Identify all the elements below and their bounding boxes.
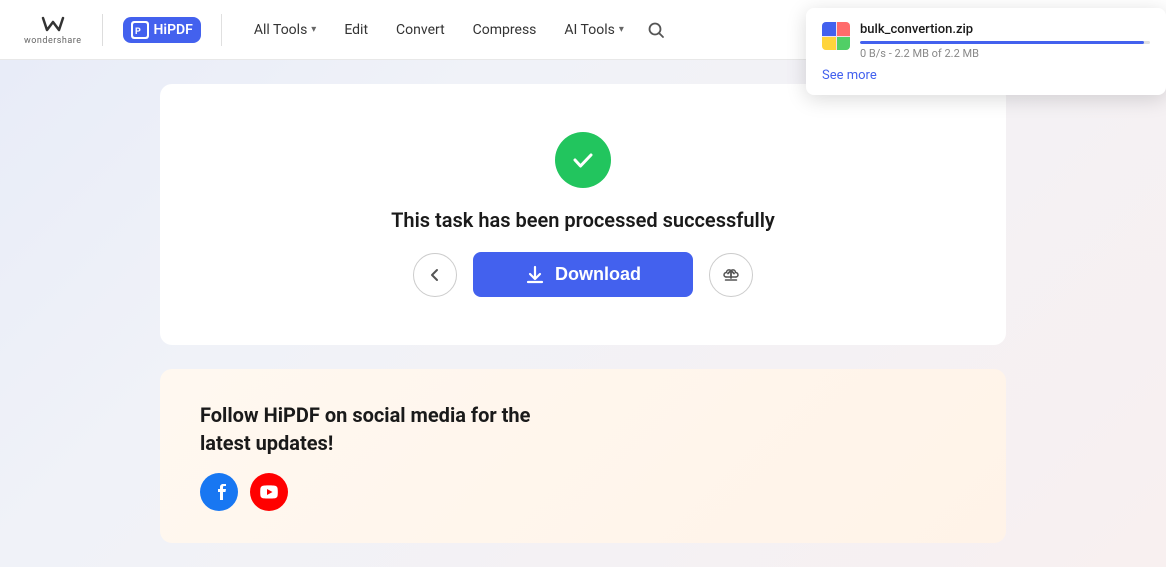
- progress-bar: [860, 41, 1144, 44]
- popup-filename: bulk_convertion.zip: [860, 22, 1150, 37]
- nav-ai-tools[interactable]: AI Tools ▾: [552, 16, 635, 44]
- main-content: This task has been processed successfull…: [0, 60, 1166, 567]
- back-button[interactable]: [413, 253, 457, 297]
- upload-button[interactable]: [709, 253, 753, 297]
- download-popup: bulk_convertion.zip 0 B/s - 2.2 MB of 2.…: [806, 8, 1166, 95]
- social-title: Follow HiPDF on social media for the lat…: [200, 401, 540, 457]
- search-button[interactable]: [640, 14, 672, 46]
- wondershare-text: wondershare: [24, 36, 82, 46]
- progress-bar-wrap: [860, 41, 1150, 44]
- wondershare-icon: [39, 14, 67, 34]
- youtube-icon: [258, 481, 280, 503]
- file-icon: [822, 22, 850, 50]
- success-icon: [555, 132, 611, 188]
- download-button[interactable]: Download: [473, 252, 693, 297]
- success-title: This task has been processed successfull…: [391, 208, 775, 232]
- header: wondershare P HiPDF All Tools ▾ Edit Con…: [0, 0, 1166, 60]
- popup-size-text: 0 B/s - 2.2 MB of 2.2 MB: [860, 47, 1150, 60]
- hipdf-label: HiPDF: [154, 22, 193, 38]
- svg-text:P: P: [135, 27, 141, 37]
- chevron-down-icon: ▾: [311, 24, 316, 35]
- back-icon: [428, 268, 442, 282]
- action-row: Download: [413, 252, 753, 297]
- popup-info: bulk_convertion.zip 0 B/s - 2.2 MB of 2.…: [860, 22, 1150, 60]
- nav-compress[interactable]: Compress: [461, 16, 549, 44]
- popup-download-item: bulk_convertion.zip 0 B/s - 2.2 MB of 2.…: [822, 22, 1150, 60]
- nav-all-tools[interactable]: All Tools ▾: [242, 16, 328, 44]
- see-more-link[interactable]: See more: [822, 68, 1150, 83]
- nav-convert[interactable]: Convert: [384, 16, 457, 44]
- hipdf-badge-icon: P: [131, 21, 149, 39]
- search-icon: [647, 21, 665, 39]
- chevron-down-icon-2: ▾: [619, 24, 624, 35]
- social-card: Follow HiPDF on social media for the lat…: [160, 369, 1006, 543]
- facebook-icon: [208, 481, 230, 503]
- hipdf-badge[interactable]: P HiPDF: [123, 17, 201, 43]
- hipdf-icon: P: [133, 23, 147, 37]
- logo-area: wondershare P HiPDF: [24, 14, 222, 46]
- checkmark-icon: [569, 146, 597, 174]
- nav-edit[interactable]: Edit: [332, 16, 380, 44]
- download-icon: [525, 265, 545, 285]
- social-icons: [200, 473, 966, 511]
- divider: [102, 14, 103, 46]
- facebook-button[interactable]: [200, 473, 238, 511]
- youtube-button[interactable]: [250, 473, 288, 511]
- cloud-upload-icon: [723, 267, 739, 283]
- wondershare-logo: wondershare: [24, 14, 82, 46]
- success-card: This task has been processed successfull…: [160, 84, 1006, 345]
